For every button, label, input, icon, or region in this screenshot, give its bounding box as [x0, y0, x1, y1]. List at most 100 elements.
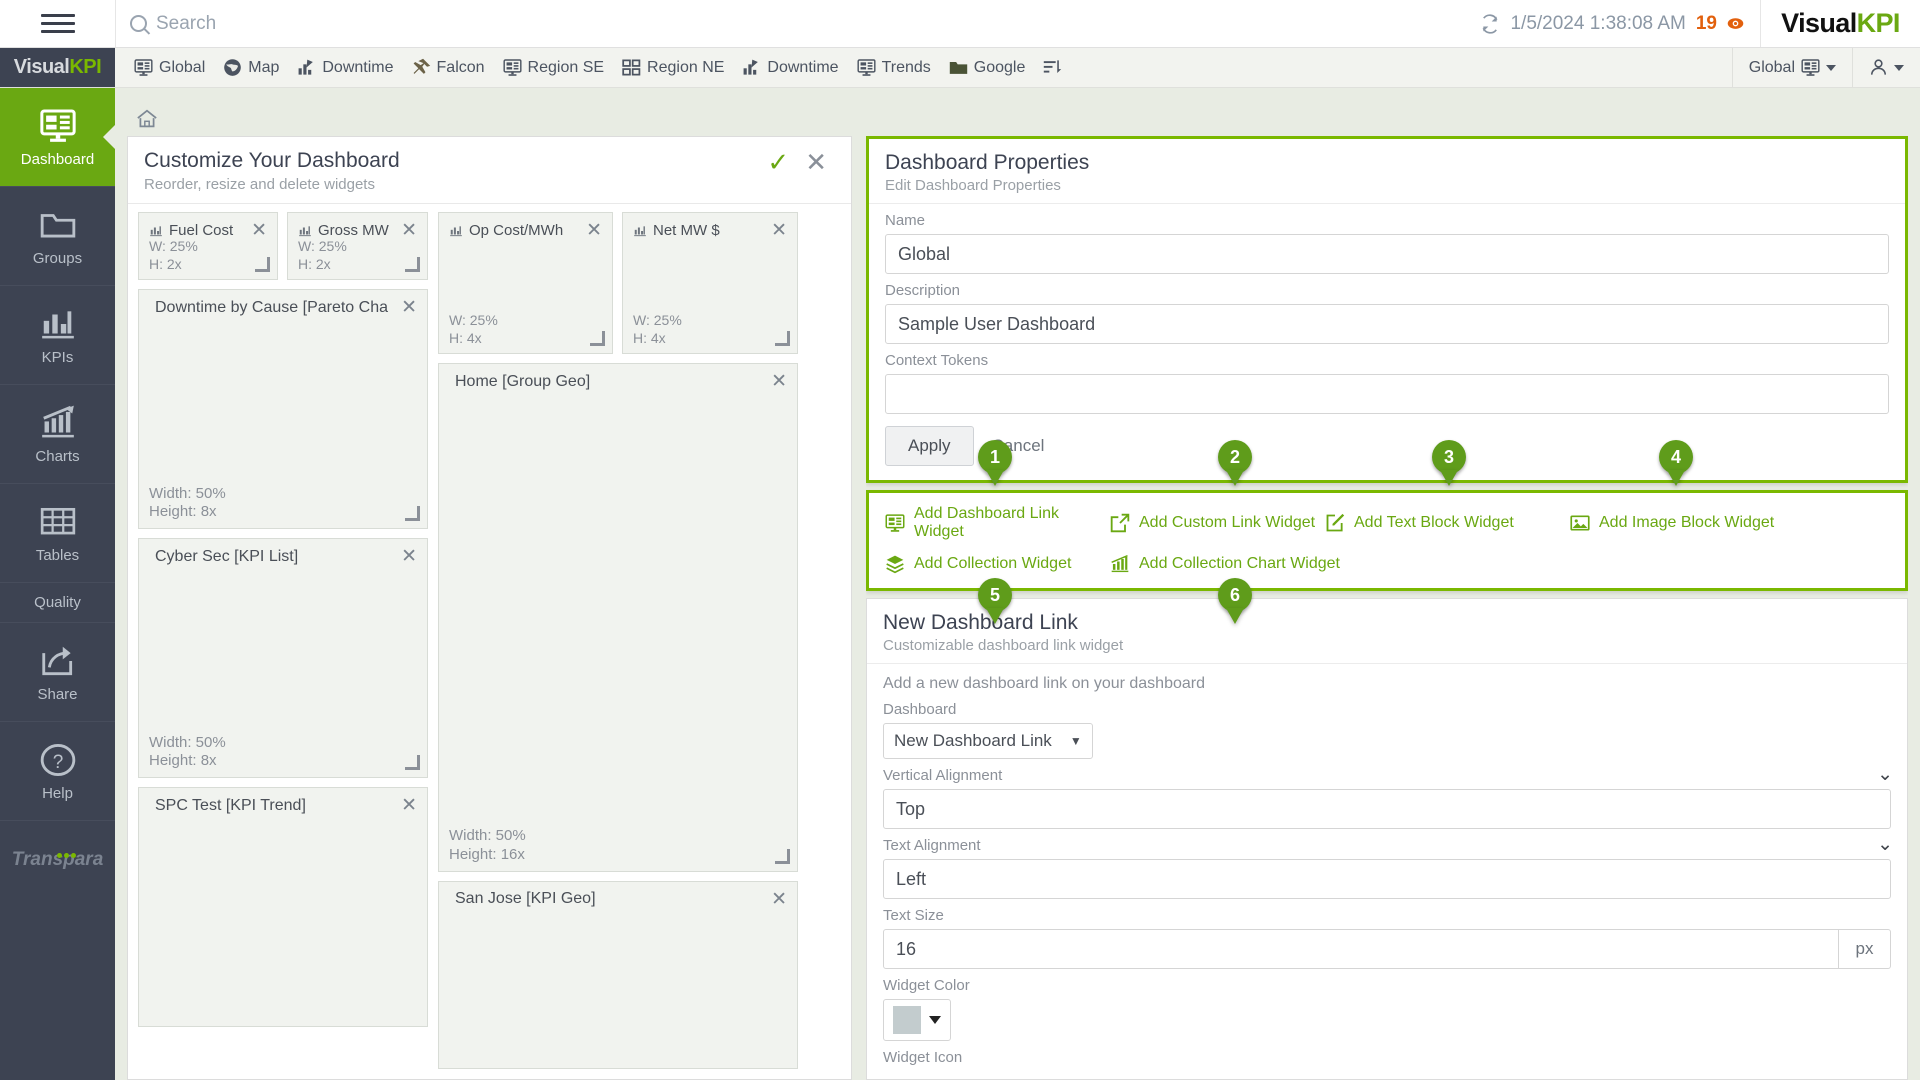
widget-color-picker[interactable]	[883, 999, 951, 1041]
top-bar: Search 1/5/2024 1:38:08 AM 19 VisualKPI	[0, 0, 1920, 48]
widget-width: W: 25%	[298, 238, 347, 256]
sidebar-item-charts[interactable]: Charts	[0, 385, 115, 484]
widget-tile-home-group-geo[interactable]: Home [Group Geo] ✕ Width: 50% Height: 16…	[438, 363, 798, 872]
description-input[interactable]	[885, 304, 1889, 344]
remove-widget-button[interactable]: ✕	[245, 221, 267, 240]
widget-width: W: 25%	[149, 238, 198, 256]
new-widget-header: New Dashboard Link Customizable dashboar…	[867, 599, 1907, 664]
sidebar-item-kpis[interactable]: KPIs	[0, 286, 115, 385]
sidebar-item-label: Tables	[36, 547, 79, 564]
remove-widget-button[interactable]: ✕	[395, 298, 417, 317]
nav-item-label: Google	[974, 59, 1026, 77]
resize-handle[interactable]	[405, 506, 420, 521]
resize-handle[interactable]	[255, 257, 270, 272]
nav-item-map[interactable]: Map	[216, 54, 286, 81]
image-icon	[1570, 513, 1590, 533]
refresh-icon[interactable]	[1480, 14, 1500, 34]
remove-widget-button[interactable]: ✕	[395, 547, 417, 566]
widget-tile-net-mw[interactable]: Net MW $ ✕ W: 25% H: 4x	[622, 212, 798, 354]
widget-tile-op-cost[interactable]: Op Cost/MWh ✕ W: 25% H: 4x	[438, 212, 613, 354]
globe-icon	[223, 58, 242, 77]
sidebar-item-tables[interactable]: Tables	[0, 484, 115, 583]
add-text-block-widget-button[interactable]: Add Text Block Widget	[1325, 513, 1570, 533]
vertical-alignment-select[interactable]	[883, 789, 1891, 829]
external-link-icon	[1110, 513, 1130, 533]
remove-widget-button[interactable]: ✕	[765, 221, 787, 240]
resize-handle[interactable]	[590, 331, 605, 346]
chevron-down-icon	[929, 1016, 941, 1024]
widget-tile-title: Fuel Cost	[169, 222, 239, 239]
sidebar-item-groups[interactable]: Groups	[0, 187, 115, 286]
nav-item-downtime-2[interactable]: Downtime	[735, 54, 845, 81]
nav-item-global[interactable]: Global	[127, 54, 212, 81]
nav-item-region-se[interactable]: Region SE	[496, 54, 612, 81]
add-custom-link-widget-button[interactable]: Add Custom Link Widget	[1110, 513, 1325, 533]
nav-item-label: Global	[159, 59, 205, 77]
field-dashboard: Dashboard New Dashboard Link ▼	[867, 693, 1907, 759]
table-grid-icon	[37, 503, 79, 541]
remove-widget-button[interactable]: ✕	[395, 221, 417, 240]
home-icon[interactable]	[135, 108, 159, 130]
text-size-input[interactable]	[883, 929, 1839, 969]
add-image-block-widget-button[interactable]: Add Image Block Widget	[1570, 513, 1774, 533]
widget-tile-san-jose-geo[interactable]: San Jose [KPI Geo] ✕	[438, 881, 798, 1069]
apply-button[interactable]: Apply	[885, 426, 974, 466]
add-collection-widget-button[interactable]: Add Collection Widget	[885, 554, 1110, 574]
sidebar-item-label: Groups	[33, 250, 82, 267]
widget-tile-cyber-sec[interactable]: Cyber Sec [KPI List] ✕ Width: 50% Height…	[138, 538, 428, 778]
context-selector-label: Global	[1749, 59, 1795, 77]
text-alignment-select[interactable]	[883, 859, 1891, 899]
sidebar-item-quality[interactable]: Quality	[0, 583, 115, 623]
page-subtitle: Reorder, resize and delete widgets	[144, 176, 759, 193]
field-description: Description	[869, 274, 1905, 344]
sidebar-item-help[interactable]: ? Help	[0, 722, 115, 821]
nav-item-falcon[interactable]: Falcon	[405, 54, 492, 81]
brand-text-visual: Visual	[14, 56, 70, 78]
resize-handle[interactable]	[405, 257, 420, 272]
nav-item-downtime-1[interactable]: Downtime	[290, 54, 400, 81]
search-input[interactable]: Search	[116, 0, 1480, 47]
hamburger-menu-button[interactable]	[0, 0, 115, 47]
user-menu[interactable]	[1852, 48, 1920, 87]
widget-color-label: Widget Color	[883, 977, 1891, 994]
dashboard-select[interactable]: New Dashboard Link ▼	[883, 723, 1093, 759]
widget-tile-spc-test[interactable]: SPC Test [KPI Trend] ✕	[138, 787, 428, 1027]
cancel-button[interactable]: Cancel	[992, 436, 1045, 456]
properties-actions: Apply Cancel	[869, 414, 1905, 466]
confirm-customize-button[interactable]: ✓	[759, 149, 797, 175]
widget-tile-title: San Jose [KPI Geo]	[449, 890, 759, 908]
navigation-bar: VisualKPI Global Map	[0, 48, 1920, 88]
remove-widget-button[interactable]: ✕	[395, 796, 417, 815]
pencil-square-icon	[1325, 513, 1345, 533]
search-placeholder: Search	[156, 13, 216, 35]
widget-tile-gross-mw[interactable]: Gross MW ✕ W: 25% H: 2x	[287, 212, 428, 280]
close-customize-button[interactable]: ✕	[797, 149, 835, 175]
widget-height: H: 2x	[298, 256, 347, 274]
nav-item-trends[interactable]: Trends	[850, 54, 938, 81]
name-input[interactable]	[885, 234, 1889, 274]
resize-handle[interactable]	[405, 755, 420, 770]
add-collection-chart-widget-button[interactable]: Add Collection Chart Widget	[1110, 554, 1340, 574]
nav-item-google[interactable]: Google	[942, 54, 1033, 81]
sidebar-item-dashboard[interactable]: Dashboard	[0, 88, 115, 187]
field-text-alignment: Text Alignment	[867, 829, 1907, 899]
remove-widget-button[interactable]: ✕	[765, 372, 787, 391]
nav-item-label: Region SE	[528, 59, 605, 77]
context-selector[interactable]: Global	[1732, 48, 1852, 87]
widget-tile-fuel-cost[interactable]: Fuel Cost ✕ W: 25% H: 2x	[138, 212, 278, 280]
customize-dashboard-panel: Customize Your Dashboard Reorder, resize…	[127, 136, 852, 1080]
widget-tile-downtime-pareto[interactable]: Downtime by Cause [Pareto Chart] ✕ Width…	[138, 289, 428, 529]
resize-handle[interactable]	[775, 331, 790, 346]
nav-item-region-ne[interactable]: Region NE	[615, 54, 731, 81]
add-widget-label: Add Image Block Widget	[1599, 514, 1774, 532]
add-dashboard-link-widget-button[interactable]: Add Dashboard Link Widget	[885, 505, 1110, 541]
bar-chart-icon	[633, 224, 647, 238]
dashboard-properties-card: Dashboard Properties Edit Dashboard Prop…	[866, 136, 1908, 483]
sidebar-item-share[interactable]: Share	[0, 623, 115, 722]
remove-widget-button[interactable]: ✕	[580, 221, 602, 240]
context-tokens-input[interactable]	[885, 374, 1889, 414]
widget-height: Height: 16x	[449, 846, 526, 865]
nav-item-more[interactable]	[1036, 54, 1075, 81]
resize-handle[interactable]	[775, 849, 790, 864]
remove-widget-button[interactable]: ✕	[765, 890, 787, 909]
